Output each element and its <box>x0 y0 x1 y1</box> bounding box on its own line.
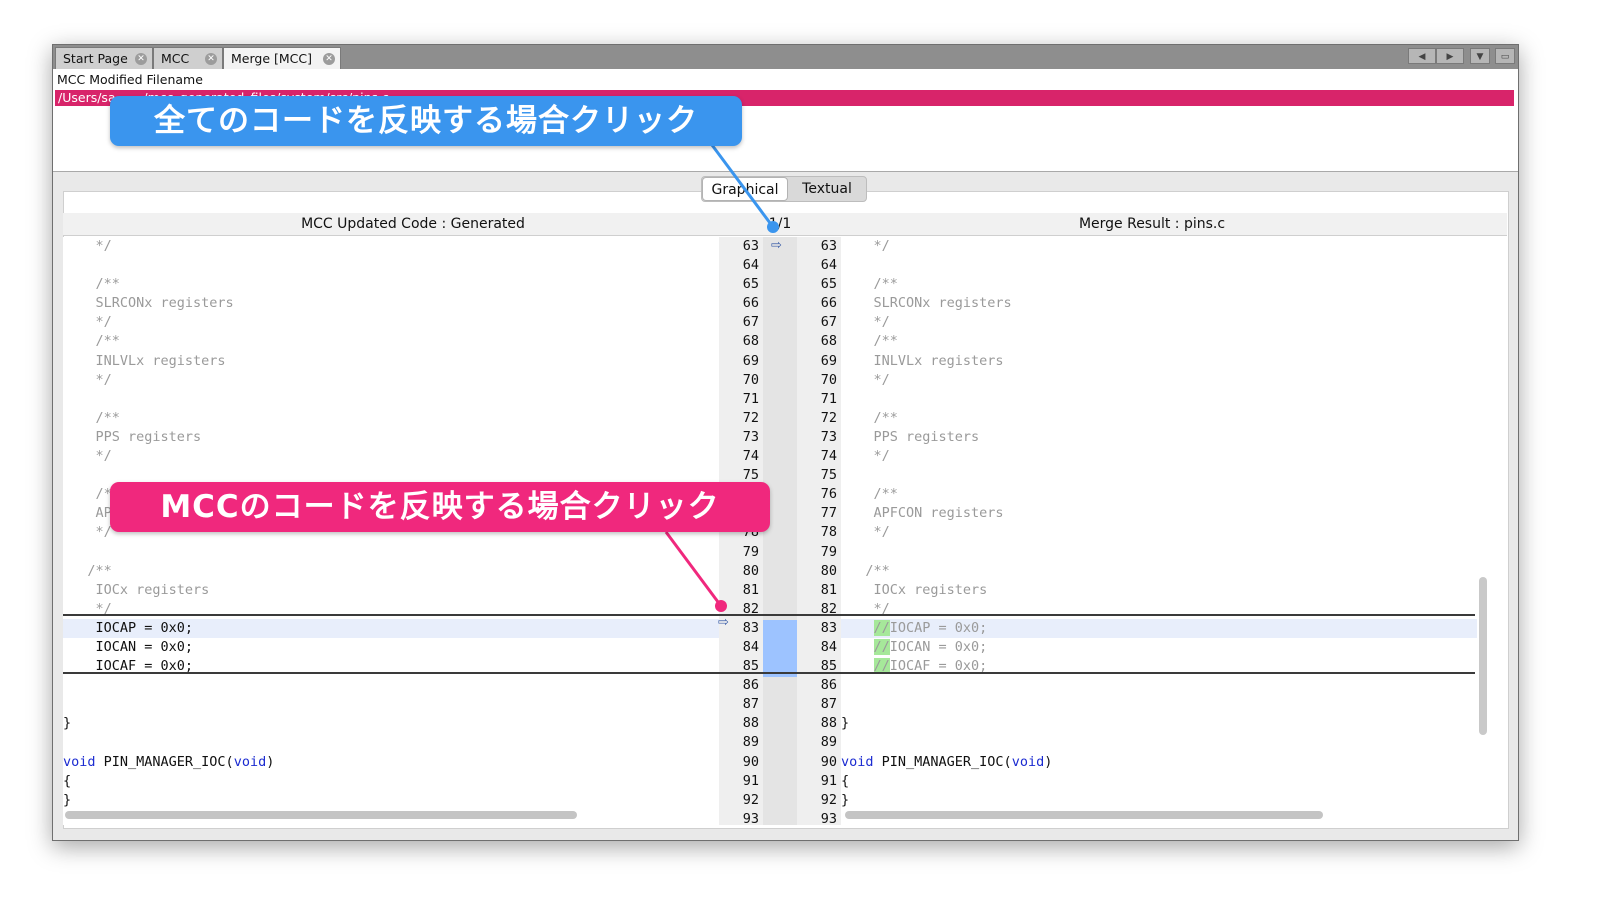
callout-accept-all: 全てのコードを反映する場合クリック <box>110 96 742 146</box>
callout-accept-mcc: MCCのコードを反映する場合クリック <box>110 482 770 532</box>
blue-pointer-dot <box>767 221 779 233</box>
blue-pointer-line <box>710 144 775 228</box>
pink-pointer-dot <box>715 600 727 612</box>
pink-pointer-line <box>664 531 723 607</box>
